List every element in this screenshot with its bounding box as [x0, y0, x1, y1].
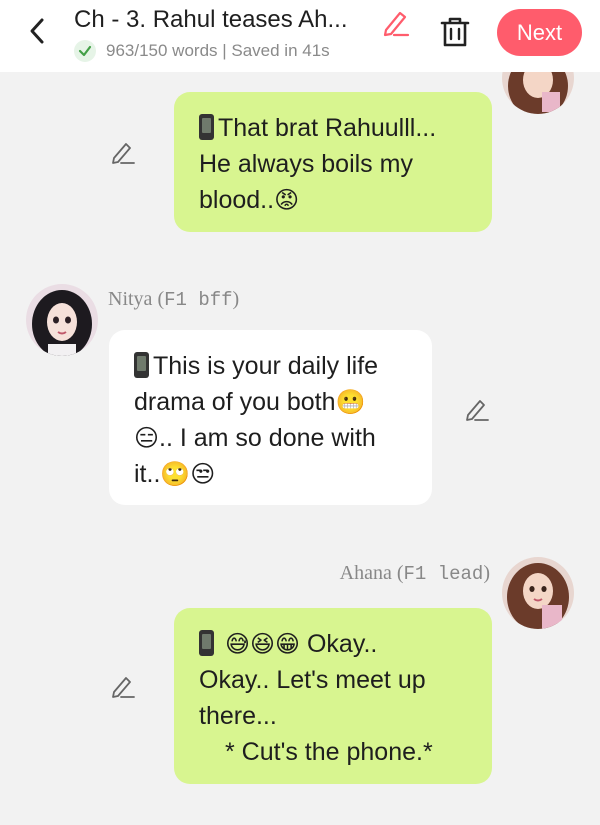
message-line: 😑.. I am so done with	[134, 424, 376, 452]
chapter-title[interactable]: Ch - 3. Rahul teases Ah...	[74, 6, 347, 34]
word-count-status: 963/150 words | Saved in 41s	[106, 41, 330, 60]
save-status: 963/150 words | Saved in 41s	[74, 40, 330, 62]
message-line: it..🙄😒	[134, 460, 216, 488]
message-line: This is your daily life	[134, 348, 410, 384]
angry-face-emoji: 😡	[274, 186, 300, 214]
chat-bubble-ahana-2[interactable]: 😅😆😁 Okay.. Okay.. Let's meet up there...…	[174, 608, 492, 784]
top-bar: Ch - 3. Rahul teases Ah... 963/150 words…	[0, 0, 600, 72]
chat-bubble-nitya[interactable]: This is your daily life drama of you bot…	[109, 330, 432, 505]
message-line: Okay.. Let's meet up	[199, 666, 426, 694]
grimacing-face-emoji: 😬	[335, 388, 366, 416]
edit-message-button[interactable]	[110, 672, 138, 700]
avatar-nitya[interactable]	[26, 284, 98, 356]
edit-message-button[interactable]	[110, 138, 138, 166]
pencil-icon	[112, 143, 135, 164]
message-line: blood..😡	[199, 186, 300, 214]
phone-icon	[199, 630, 214, 656]
message-line: That brat Rahuulll...	[199, 110, 470, 146]
edit-message-button[interactable]	[464, 395, 492, 423]
pencil-icon	[466, 400, 489, 421]
sender-name-nitya: Nitya (F1 bff)	[108, 288, 240, 311]
expressionless-face-emoji: 😑	[134, 424, 160, 452]
message-line: there...	[199, 702, 277, 730]
pencil-icon	[383, 11, 410, 37]
eye-roll-emoji: 🙄😒	[160, 460, 216, 488]
back-button[interactable]	[20, 14, 54, 48]
avatar-ahana[interactable]	[502, 557, 574, 629]
sender-name-ahana: Ahana (F1 lead)	[339, 562, 490, 585]
message-line: * Cut's the phone.*	[225, 738, 433, 766]
chat-bubble-ahana-1[interactable]: That brat Rahuulll... He always boils my…	[174, 92, 492, 232]
check-icon	[74, 40, 96, 62]
laughing-emojis: 😅😆😁	[224, 630, 301, 658]
delete-button[interactable]	[438, 14, 472, 50]
back-arrow-icon	[30, 18, 44, 44]
next-button[interactable]: Next	[497, 9, 582, 56]
trash-icon	[440, 17, 470, 47]
message-line: He always boils my	[199, 150, 413, 178]
phone-icon	[134, 352, 149, 378]
phone-icon	[199, 114, 214, 140]
pencil-icon	[112, 677, 135, 698]
message-line: 😅😆😁 Okay..	[199, 626, 470, 662]
edit-title-button[interactable]	[380, 6, 412, 38]
message-line: drama of you both😬	[134, 388, 366, 416]
